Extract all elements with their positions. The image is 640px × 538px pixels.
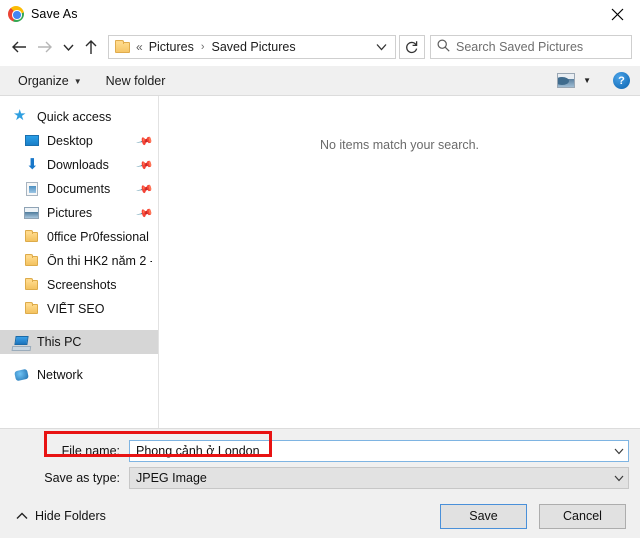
sidebar-item-on-thi-hk2[interactable]: Ôn thi HK2 năm 2 - [0, 249, 158, 273]
view-dropdown-icon[interactable]: ▼ [583, 76, 591, 85]
save-as-type-value: JPEG Image [136, 471, 207, 485]
breadcrumb-overflow-icon[interactable]: « [135, 40, 147, 54]
save-as-dialog: Save As « Pictures › Saved Pictures Sear… [0, 0, 640, 538]
navigation-bar: « Pictures › Saved Pictures Search Saved… [0, 28, 640, 66]
star-icon [13, 106, 30, 125]
pin-icon: 📌 [135, 156, 154, 175]
file-name-value: Phong cảnh ở London [136, 444, 260, 458]
navigation-pane: Quick access Desktop 📌 Downloads 📌 Docum… [0, 96, 159, 428]
chevron-up-icon [16, 509, 28, 523]
chrome-icon [8, 6, 24, 22]
save-button[interactable]: Save [440, 503, 527, 529]
folder-icon [115, 39, 130, 54]
this-pc-icon [14, 334, 30, 350]
new-folder-button[interactable]: New folder [100, 71, 172, 91]
search-input[interactable]: Search Saved Pictures [430, 35, 632, 59]
breadcrumb-item-pictures[interactable]: Pictures [147, 39, 196, 55]
address-dropdown-icon[interactable] [368, 43, 391, 51]
hide-folders-button[interactable]: Hide Folders [16, 509, 106, 523]
sidebar-item-office-professional[interactable]: 0ffice Pr0fessional P [0, 225, 158, 249]
sidebar-item-label: Quick access [37, 110, 112, 124]
save-as-type-label: Save as type: [44, 471, 120, 485]
address-bar[interactable]: « Pictures › Saved Pictures [108, 35, 396, 59]
sidebar-item-quick-access[interactable]: Quick access [0, 105, 158, 129]
folder-icon [24, 277, 40, 293]
folder-icon [24, 253, 40, 269]
help-icon[interactable]: ? [613, 72, 630, 89]
file-list-pane[interactable]: No items match your search. [159, 96, 640, 428]
sidebar-item-viet-seo[interactable]: VIẾT SEO [0, 297, 158, 321]
back-icon[interactable] [6, 34, 32, 60]
network-icon [14, 367, 30, 383]
file-name-field[interactable]: Phong cảnh ở London [129, 440, 629, 462]
organize-button[interactable]: Organize ▼ [12, 71, 88, 91]
sidebar-item-downloads[interactable]: Downloads 📌 [0, 153, 158, 177]
sidebar-item-label: Screenshots [47, 278, 117, 292]
title-bar: Save As [0, 0, 640, 28]
dialog-buttons: Save Cancel [440, 503, 626, 529]
sidebar-item-label: VIẾT SEO [47, 302, 105, 316]
pin-icon: 📌 [135, 180, 154, 199]
sidebar-item-label: 0ffice Pr0fessional P [47, 230, 152, 244]
chevron-down-icon[interactable] [610, 475, 628, 482]
file-name-label: File name: [61, 444, 120, 458]
sidebar-item-network[interactable]: Network [0, 363, 158, 387]
pin-icon: 📌 [135, 132, 154, 151]
window-title: Save As [31, 7, 78, 21]
file-name-row: File name: Phong cảnh ở London [11, 440, 629, 462]
chevron-down-icon: ▼ [73, 77, 82, 86]
sidebar-item-documents[interactable]: Documents 📌 [0, 177, 158, 201]
breadcrumb-item-saved-pictures[interactable]: Saved Pictures [210, 39, 298, 55]
empty-state-message: No items match your search. [319, 138, 480, 152]
recent-locations-icon[interactable] [58, 34, 78, 60]
breadcrumb-separator-icon: › [200, 41, 205, 53]
sidebar-item-pictures[interactable]: Pictures 📌 [0, 201, 158, 225]
pin-icon: 📌 [135, 204, 154, 223]
sidebar-item-label: This PC [37, 335, 82, 349]
command-bar-right: ▼ ? [557, 72, 630, 89]
organize-label: Organize [18, 73, 69, 88]
view-layout-icon[interactable] [557, 73, 576, 88]
save-as-type-row: Save as type: JPEG Image [11, 467, 629, 489]
sidebar-item-this-pc[interactable]: This PC [0, 330, 158, 354]
download-icon [24, 155, 40, 173]
save-form: File name: Phong cảnh ở London Save as t… [0, 428, 640, 494]
new-folder-label: New folder [105, 73, 166, 88]
dialog-body: Quick access Desktop 📌 Downloads 📌 Docum… [0, 96, 640, 428]
sidebar-item-desktop[interactable]: Desktop 📌 [0, 129, 158, 153]
refresh-icon[interactable] [399, 35, 425, 59]
close-icon[interactable] [594, 0, 640, 28]
breadcrumb: « Pictures › Saved Pictures [135, 39, 298, 55]
search-icon [437, 39, 450, 55]
folder-icon [24, 229, 40, 245]
dialog-footer: Hide Folders Save Cancel [0, 494, 640, 538]
chevron-down-icon[interactable] [610, 448, 628, 455]
sidebar-item-label: Documents [47, 182, 111, 196]
cancel-button[interactable]: Cancel [539, 503, 626, 529]
sidebar-item-label: Downloads [47, 158, 109, 172]
sidebar-item-label: Ôn thi HK2 năm 2 - [47, 254, 152, 268]
sidebar-item-label: Pictures [47, 206, 93, 220]
sidebar-item-screenshots[interactable]: Screenshots [0, 273, 158, 297]
up-icon[interactable] [78, 34, 104, 60]
desktop-icon [24, 133, 40, 149]
search-placeholder: Search Saved Pictures [456, 40, 584, 54]
save-as-type-field[interactable]: JPEG Image [129, 467, 629, 489]
document-icon [24, 181, 40, 197]
pictures-icon [24, 205, 40, 221]
sidebar-item-label: Network [37, 368, 83, 382]
folder-icon [24, 301, 40, 317]
command-bar: Organize ▼ New folder ▼ ? [0, 66, 640, 96]
forward-icon[interactable] [32, 34, 58, 60]
hide-folders-label: Hide Folders [35, 509, 106, 523]
sidebar-item-label: Desktop [47, 134, 93, 148]
